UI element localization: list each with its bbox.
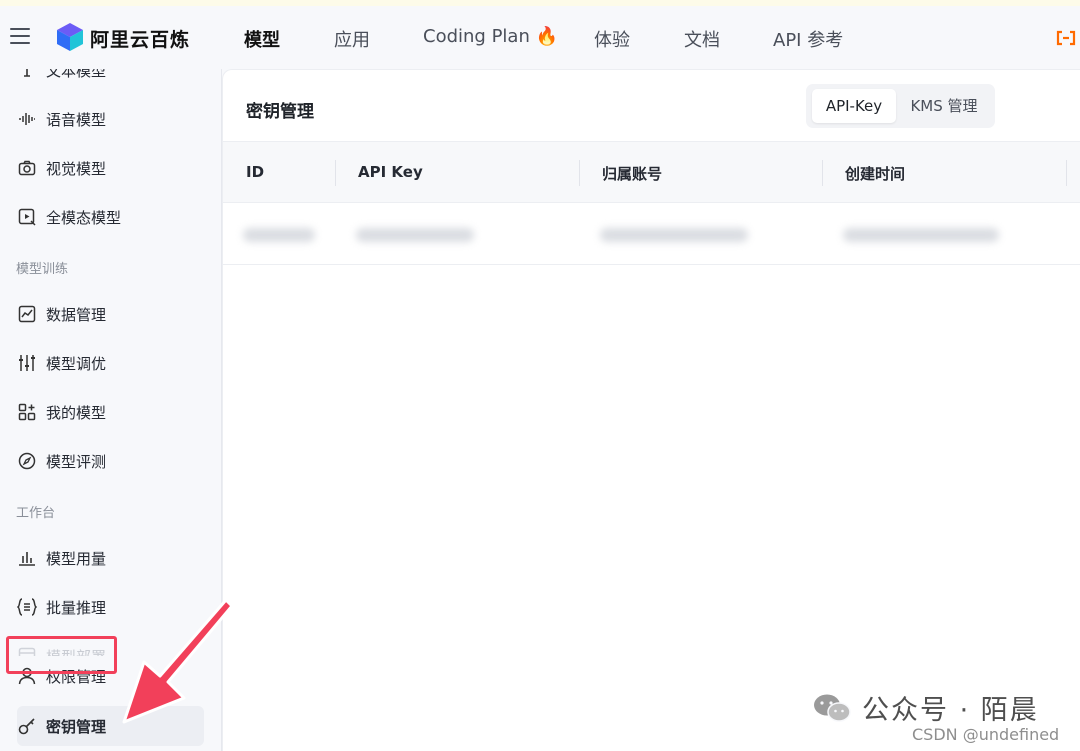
column-divider bbox=[579, 160, 580, 186]
menu-icon[interactable] bbox=[10, 28, 30, 46]
compass-icon bbox=[17, 451, 37, 471]
sidebar-item-label: 模型用量 bbox=[46, 549, 107, 568]
waveform-icon bbox=[17, 109, 37, 129]
sidebar-item-model-tuning[interactable]: 模型调优 bbox=[0, 343, 221, 383]
page-title: 密钥管理 bbox=[246, 102, 314, 122]
sidebar-item-data-management[interactable]: 数据管理 bbox=[0, 294, 221, 334]
sidebar-item-vision-models[interactable]: 视觉模型 bbox=[0, 148, 221, 188]
column-account: 归属账号 bbox=[602, 165, 663, 183]
user-icon bbox=[17, 666, 37, 686]
sidebar-item-omni-models[interactable]: 全模态模型 bbox=[0, 197, 221, 237]
sidebar-item-label: 全模态模型 bbox=[46, 208, 122, 227]
sidebar-item-my-models[interactable]: 我的模型 bbox=[0, 392, 221, 432]
sidebar-group-workbench: 工作台 bbox=[16, 506, 56, 521]
blurred-id bbox=[243, 228, 315, 242]
blurred-account bbox=[600, 228, 748, 242]
chart-line-icon bbox=[17, 304, 37, 324]
column-created-time: 创建时间 bbox=[845, 165, 906, 183]
tab-api-key[interactable]: API-Key bbox=[812, 89, 896, 123]
nav-models[interactable]: 模型 bbox=[244, 26, 280, 52]
key-icon bbox=[17, 716, 37, 736]
bar-chart-icon bbox=[17, 548, 37, 568]
media-play-icon bbox=[17, 207, 37, 227]
sidebar-item-label: 批量推理 bbox=[46, 598, 107, 617]
sidebar-item-label: 权限管理 bbox=[46, 667, 107, 686]
nav-experience[interactable]: 体验 bbox=[594, 26, 630, 52]
sliders-icon bbox=[17, 353, 37, 373]
aliyun-console-icon[interactable] bbox=[1056, 28, 1076, 48]
camera-icon bbox=[17, 158, 37, 178]
nav-docs[interactable]: 文档 bbox=[684, 26, 720, 52]
column-api-key: API Key bbox=[358, 163, 423, 181]
sidebar-group-training: 模型训练 bbox=[16, 262, 69, 277]
sidebar-item-label: 密钥管理 bbox=[46, 717, 107, 736]
sidebar-item-label: 视觉模型 bbox=[46, 159, 107, 178]
column-divider bbox=[1066, 160, 1067, 186]
sidebar-item-label: 模型评测 bbox=[46, 452, 107, 471]
blurred-api-key bbox=[356, 228, 474, 242]
nav-apps[interactable]: 应用 bbox=[334, 26, 370, 52]
nav-api-reference[interactable]: API 参考 bbox=[773, 26, 843, 52]
sidebar-item-speech-models[interactable]: 语音模型 bbox=[0, 99, 221, 139]
top-header: 阿里云百炼 模型 应用 Coding Plan 🔥 体验 文档 API 参考 bbox=[0, 6, 1080, 69]
sidebar-item-label: 我的模型 bbox=[46, 403, 107, 422]
table-header: ID API Key 归属账号 创建时间 bbox=[223, 141, 1080, 203]
wechat-watermark: 公众号 · 陌晨 bbox=[812, 688, 1039, 727]
grid-apps-icon bbox=[17, 402, 37, 422]
annotation-arrow-icon bbox=[122, 598, 233, 724]
column-divider bbox=[335, 160, 336, 186]
key-type-switch: API-Key KMS 管理 bbox=[806, 84, 995, 128]
brand-name[interactable]: 阿里云百炼 bbox=[90, 25, 190, 52]
column-divider bbox=[822, 160, 823, 186]
bailian-logo-icon bbox=[57, 23, 83, 51]
blurred-created-time bbox=[843, 228, 999, 242]
sidebar-item-model-evaluation[interactable]: 模型评测 bbox=[0, 441, 221, 481]
braces-icon bbox=[17, 597, 37, 617]
sidebar-item-text-models[interactable]: 文本模型 bbox=[0, 69, 221, 90]
sidebar-item-model-usage[interactable]: 模型用量 bbox=[0, 538, 221, 578]
table-row[interactable] bbox=[223, 203, 1080, 265]
main-panel: 密钥管理 API-Key KMS 管理 ID API Key 归属账号 创建时间 bbox=[222, 69, 1080, 751]
tab-kms-management[interactable]: KMS 管理 bbox=[900, 89, 988, 123]
wechat-icon bbox=[814, 694, 851, 722]
sidebar-item-label: 语音模型 bbox=[46, 110, 107, 129]
sidebar-item-label: 文本模型 bbox=[46, 69, 107, 80]
sidebar-item-label: 数据管理 bbox=[46, 305, 107, 324]
csdn-watermark: CSDN @undefined bbox=[912, 725, 1060, 744]
watermark-text: 公众号 · 陌晨 bbox=[862, 695, 1039, 726]
column-id: ID bbox=[246, 163, 265, 181]
sidebar-item-label: 模型调优 bbox=[46, 354, 107, 373]
text-icon bbox=[17, 69, 37, 80]
nav-coding-plan[interactable]: Coding Plan 🔥 bbox=[423, 26, 558, 47]
